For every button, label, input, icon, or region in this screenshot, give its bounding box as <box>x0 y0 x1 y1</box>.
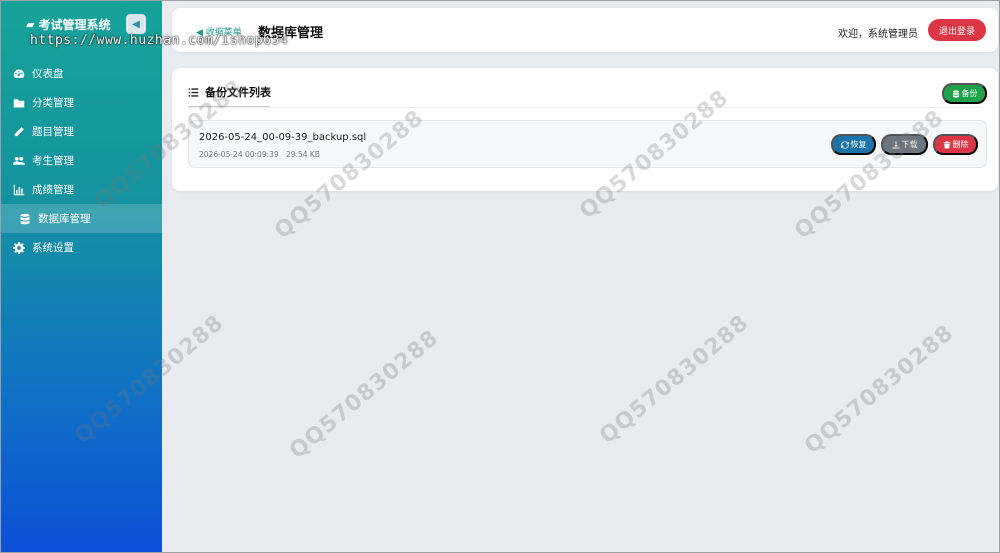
book-icon: ▰ <box>26 18 35 31</box>
delete-label: 删除 <box>952 140 969 149</box>
sidebar-item-label: 仪表盘 <box>32 68 64 80</box>
card-title: 备份文件列表 <box>188 84 271 100</box>
sidebar-item-categories[interactable]: 分类管理 <box>0 88 162 117</box>
watermark-qq: QQ570830288 <box>285 325 444 465</box>
sidebar-item-database[interactable]: 数据库管理 <box>0 204 162 233</box>
sidebar-item-examinees[interactable]: 考生管理 <box>0 146 162 175</box>
sidebar: ▰ 考试管理系统 ◀ 仪表盘 分类管理 题目管理 考生管理 成绩管理 数据库管理 <box>0 0 162 553</box>
gear-icon <box>13 241 25 254</box>
backup-button[interactable]: 备份 <box>942 83 987 104</box>
file-size: 29.54 KB <box>286 150 320 159</box>
database-icon <box>952 90 959 97</box>
sidebar-item-label: 系统设置 <box>32 242 74 254</box>
sidebar-item-settings[interactable]: 系统设置 <box>0 233 162 262</box>
users-icon <box>13 156 25 165</box>
watermark-url: https://www.huzhan.com/ishop634 <box>30 33 289 48</box>
file-date: 2026-05-24 00:09:39 <box>199 150 279 159</box>
collapse-sidebar-button[interactable]: ◀ <box>126 14 146 34</box>
list-icon <box>188 87 199 97</box>
welcome-text: 欢迎，系统管理员 <box>838 29 918 40</box>
caret-left-icon: ◀ <box>132 18 140 30</box>
sidebar-item-label: 成绩管理 <box>32 184 74 196</box>
bar-chart-icon <box>13 184 25 195</box>
restore-button[interactable]: 恢复 <box>831 134 876 155</box>
watermark-qq: QQ570830288 <box>800 320 959 460</box>
top-header: ◀ 收缩菜单 数据库管理 欢迎，系统管理员 退出登录 <box>172 8 998 52</box>
card-title-text: 备份文件列表 <box>205 86 271 99</box>
sidebar-item-dashboard[interactable]: 仪表盘 <box>0 59 162 88</box>
logout-button[interactable]: 退出登录 <box>928 19 986 41</box>
trash-icon <box>943 141 950 148</box>
list-item: 2026-05-24_00-09-39_backup.sql 2026-05-2… <box>188 120 987 168</box>
refresh-icon <box>840 140 849 149</box>
backup-card: 备份文件列表 备份 2026-05-24_00-09-39_backup.sql… <box>172 68 998 191</box>
delete-button[interactable]: 删除 <box>933 134 978 155</box>
sidebar-item-label: 考生管理 <box>32 155 74 167</box>
sidebar-item-label: 数据库管理 <box>38 213 91 225</box>
download-icon <box>892 141 899 148</box>
sidebar-item-scores[interactable]: 成绩管理 <box>0 175 162 204</box>
app-brand: ▰ 考试管理系统 <box>26 16 110 33</box>
download-label: 下载 <box>901 140 918 149</box>
watermark-qq: QQ570830288 <box>595 310 754 450</box>
card-title-underline <box>188 106 270 107</box>
download-button[interactable]: 下载 <box>881 134 928 155</box>
file-name: 2026-05-24_00-09-39_backup.sql <box>199 132 367 143</box>
sidebar-item-label: 分类管理 <box>32 97 74 109</box>
database-icon <box>20 213 30 224</box>
folder-icon <box>13 98 25 107</box>
dashboard-icon <box>13 69 25 78</box>
restore-label: 恢复 <box>850 140 867 149</box>
backup-button-label: 备份 <box>961 89 978 98</box>
sidebar-item-label: 题目管理 <box>32 126 74 138</box>
card-divider <box>188 107 982 108</box>
sidebar-item-questions[interactable]: 题目管理 <box>0 117 162 146</box>
pencil-icon <box>14 126 24 136</box>
sidebar-nav: 仪表盘 分类管理 题目管理 考生管理 成绩管理 数据库管理 系统设置 <box>0 59 162 262</box>
app-title: 考试管理系统 <box>38 18 111 32</box>
